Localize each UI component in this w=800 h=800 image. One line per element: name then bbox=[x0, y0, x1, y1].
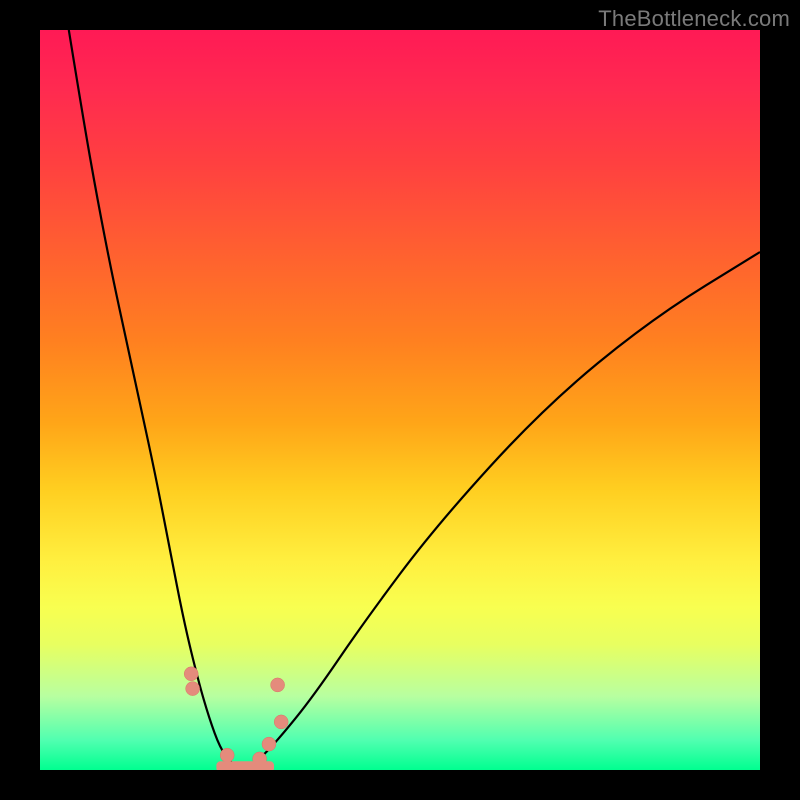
bottleneck-curve bbox=[69, 30, 760, 768]
watermark-text: TheBottleneck.com bbox=[598, 6, 790, 32]
data-marker bbox=[220, 748, 234, 762]
data-marker bbox=[271, 678, 285, 692]
data-marker bbox=[184, 667, 198, 681]
valley-flat-region bbox=[216, 761, 274, 770]
data-marker bbox=[274, 715, 288, 729]
data-marker bbox=[262, 737, 276, 751]
data-marker bbox=[186, 682, 200, 696]
chart-root: TheBottleneck.com bbox=[0, 0, 800, 800]
plot-area bbox=[40, 30, 760, 770]
chart-svg bbox=[40, 30, 760, 770]
